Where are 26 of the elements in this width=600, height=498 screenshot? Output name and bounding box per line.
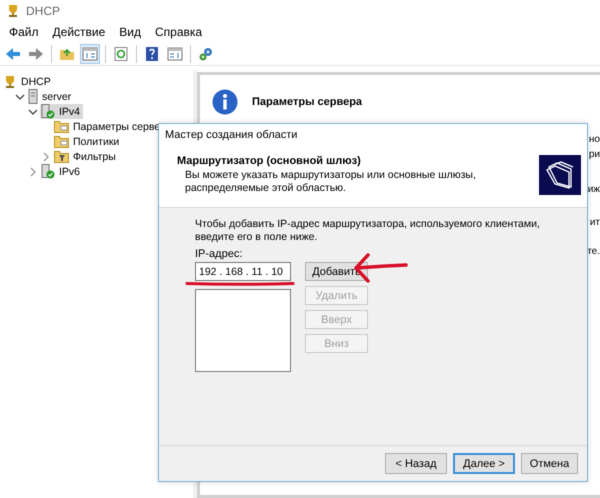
page-description: Вы можете указать маршрутизаторы или основные шлюзы, распределяемые этой областью. bbox=[184, 169, 477, 195]
tree-item[interactable]: DHCP bbox=[2, 74, 54, 89]
instruction-text: Чтобы добавить IP-адрес маршрутизатора, используемого клиентами, введите его в поле ниже. bbox=[195, 218, 541, 244]
description-text: иж bbox=[588, 184, 600, 195]
description-text: ри bbox=[588, 149, 600, 160]
tree-item[interactable]: Политики bbox=[53, 134, 122, 149]
tree-item[interactable]: Фильтры bbox=[53, 149, 119, 164]
menu-item[interactable]: Действие bbox=[52, 25, 106, 39]
wizard-button[interactable]: Далее > bbox=[453, 453, 515, 474]
description-text: ит bbox=[590, 217, 600, 228]
page-heading: Маршрутизатор (основной шлюз) bbox=[177, 155, 362, 167]
section-title: Параметры сервера bbox=[252, 96, 362, 108]
ip-address-field[interactable]: 192 . 168 . 11 . 10 bbox=[195, 262, 291, 281]
field-label: IP-адрес: bbox=[195, 248, 244, 260]
description-text: те. bbox=[587, 246, 600, 257]
window-title: DHCP bbox=[26, 4, 60, 18]
description-text: но bbox=[588, 134, 600, 145]
menu-item[interactable]: Вид bbox=[119, 25, 141, 39]
tree-item[interactable]: IPv4 bbox=[40, 104, 84, 119]
menu-item[interactable]: Справка bbox=[155, 25, 202, 39]
wizard-button[interactable]: < Назад bbox=[385, 453, 447, 474]
menu-item[interactable]: Файл bbox=[9, 25, 39, 39]
wizard-button[interactable]: Отмена bbox=[521, 453, 578, 474]
tree-item[interactable]: server bbox=[27, 89, 74, 104]
dialog-title: Мастер создания области bbox=[165, 129, 298, 141]
tree-item[interactable]: IPv6 bbox=[40, 164, 84, 179]
